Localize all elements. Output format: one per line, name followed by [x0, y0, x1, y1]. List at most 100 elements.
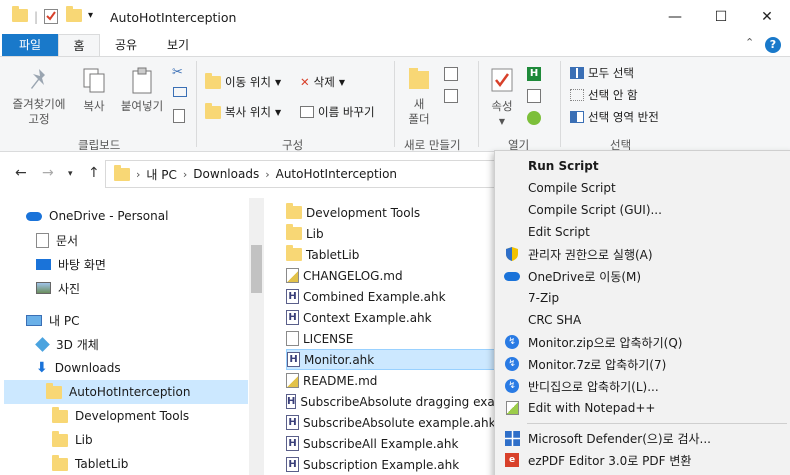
new-item-icon[interactable]: [444, 67, 458, 81]
tab-view[interactable]: 보기: [156, 34, 200, 56]
rename-button[interactable]: 이름 바꾸기: [300, 104, 375, 120]
ahk-file-icon: H: [286, 310, 299, 325]
menu-item-edit-notepadpp[interactable]: Edit with Notepad++: [495, 397, 790, 419]
file-icon: [286, 331, 299, 346]
nav-item-desktop[interactable]: 바탕 화면: [36, 252, 106, 276]
menu-item-run-as-admin[interactable]: 관리자 권한으로 실행(A): [495, 243, 790, 265]
back-button[interactable]: ←: [15, 165, 27, 181]
new-folder-quick-icon[interactable]: [66, 6, 82, 25]
nav-item-label: 3D 개체: [56, 337, 99, 352]
ribbon-tabs: 파일 홈 공유 보기: [0, 34, 790, 56]
nav-item-autohotinterception[interactable]: AutoHotInterception: [4, 380, 248, 404]
copy-path-icon[interactable]: [173, 87, 187, 97]
invert-selection-button[interactable]: 선택 영역 반전: [570, 109, 659, 125]
clipboard-group-label: 클립보드: [78, 138, 121, 152]
list-item[interactable]: H Subscription Example.ahk: [286, 454, 496, 475]
menu-item-label: Edit Script: [528, 225, 590, 239]
recent-locations-icon[interactable]: ▾: [68, 169, 73, 179]
nav-scrollbar[interactable]: [249, 198, 264, 475]
menu-item-7zip[interactable]: 7-Zip: [495, 287, 790, 309]
list-item[interactable]: H SubscribeAbsolute dragging examp: [286, 391, 496, 412]
list-item[interactable]: H Combined Example.ahk: [286, 286, 496, 307]
open-with-icon[interactable]: H: [527, 67, 541, 81]
new-folder-button[interactable]: 새 폴더: [402, 65, 436, 127]
maximize-button[interactable]: ☐: [698, 0, 744, 34]
nav-item-onedrive[interactable]: OneDrive - Personal: [26, 204, 168, 228]
menu-item-compress-7z[interactable]: ↯ Monitor.7z로 압축하기(7): [495, 353, 790, 375]
tab-home[interactable]: 홈: [58, 34, 100, 56]
nav-item-development-tools[interactable]: Development Tools: [52, 404, 189, 428]
select-all-button[interactable]: 모두 선택: [570, 65, 634, 81]
nav-item-downloads[interactable]: ⬇ Downloads: [36, 356, 121, 380]
select-none-button[interactable]: 선택 안 함: [570, 87, 638, 103]
menu-item-move-to-onedrive[interactable]: OneDrive로 이동(M): [495, 265, 790, 287]
tab-file[interactable]: 파일: [2, 34, 58, 56]
folder-icon: [12, 6, 28, 25]
menu-item-compress-bandizip[interactable]: ↯ 반디집으로 압축하기(L)...: [495, 375, 790, 397]
pin-to-quick-access-button[interactable]: 즐겨찾기에 고정: [6, 67, 72, 127]
file-name: LICENSE: [303, 331, 354, 346]
list-item[interactable]: H SubscribeAbsolute example.ahk: [286, 412, 496, 433]
delete-label: 삭제: [313, 75, 335, 89]
nav-item-lib[interactable]: Lib: [52, 428, 93, 452]
breadcrumb-autohotinterception[interactable]: AutoHotInterception: [276, 167, 397, 181]
paste-label: 붙여넣기: [120, 99, 164, 113]
list-item[interactable]: TabletLib: [286, 244, 496, 265]
nav-item-documents[interactable]: 문서: [36, 228, 78, 252]
nav-item-tabletlib[interactable]: TabletLib: [52, 452, 128, 475]
nav-item-pictures[interactable]: 사진: [36, 276, 80, 300]
list-item[interactable]: Development Tools: [286, 202, 496, 223]
menu-item-compress-zip[interactable]: ↯ Monitor.zip으로 압축하기(Q): [495, 331, 790, 353]
nav-scrollbar-thumb[interactable]: [251, 245, 262, 293]
list-item[interactable]: LICENSE: [286, 328, 496, 349]
menu-item-label: Edit with Notepad++: [528, 401, 656, 415]
minimize-button[interactable]: —: [652, 0, 698, 34]
menu-item-compile-script-gui[interactable]: Compile Script (GUI)...: [495, 199, 790, 221]
list-item[interactable]: H SubscribeAll Example.ahk: [286, 433, 496, 454]
tab-share[interactable]: 공유: [106, 34, 146, 56]
menu-item-label: 7-Zip: [528, 291, 560, 305]
notepadpp-icon: [503, 400, 521, 416]
cut-icon[interactable]: ✂: [172, 65, 183, 80]
up-button[interactable]: ↑: [88, 165, 100, 181]
breadcrumb-this-pc[interactable]: 내 PC: [146, 166, 176, 183]
collapse-ribbon-icon[interactable]: ⌃: [745, 36, 754, 49]
properties-button[interactable]: 속성 ▼: [484, 67, 520, 129]
properties-quick-icon[interactable]: [44, 9, 58, 27]
edit-icon[interactable]: [527, 89, 541, 103]
navigation-pane: OneDrive - Personal 문서 바탕 화면 사진 내 PC 3D …: [0, 198, 264, 475]
copy-button[interactable]: 복사: [78, 67, 110, 114]
list-item[interactable]: H Context Example.ahk: [286, 307, 496, 328]
paste-shortcut-icon[interactable]: [173, 109, 185, 123]
3d-objects-icon: [35, 336, 50, 352]
forward-button[interactable]: →: [42, 165, 54, 181]
close-button[interactable]: ✕: [744, 0, 790, 34]
ahk-file-icon: H: [287, 352, 300, 367]
breadcrumb-downloads[interactable]: Downloads: [193, 167, 259, 181]
menu-item-run-script[interactable]: Run Script: [495, 155, 790, 177]
address-bar[interactable]: › 내 PC › Downloads › AutoHotInterception: [105, 160, 505, 188]
customize-quick-access-icon[interactable]: ▾: [88, 10, 93, 21]
nav-item-this-pc[interactable]: 내 PC: [26, 308, 79, 332]
menu-item-edit-script[interactable]: Edit Script: [495, 221, 790, 243]
nav-item-label: Development Tools: [75, 409, 190, 423]
list-item[interactable]: CHANGELOG.md: [286, 265, 496, 286]
list-item-selected[interactable]: H Monitor.ahk: [286, 349, 496, 370]
list-item[interactable]: README.md: [286, 370, 496, 391]
move-to-button[interactable]: 이동 위치 ▼: [205, 72, 281, 90]
menu-item-ezpdf-convert[interactable]: e ezPDF Editor 3.0로 PDF 변환: [495, 449, 790, 471]
move-to-icon: [205, 72, 221, 89]
menu-item-compile-script[interactable]: Compile Script: [495, 177, 790, 199]
paste-button[interactable]: 붙여넣기: [116, 67, 168, 114]
easy-access-icon[interactable]: [444, 89, 458, 103]
nav-item-label: 내 PC: [49, 313, 80, 328]
delete-button[interactable]: ✕ 삭제 ▼: [300, 74, 345, 90]
history-icon[interactable]: [527, 111, 541, 125]
paste-icon: [132, 67, 152, 94]
copy-to-button[interactable]: 복사 위치 ▼: [205, 102, 281, 120]
menu-item-defender-scan[interactable]: Microsoft Defender(으)로 검사...: [495, 427, 790, 449]
menu-item-crc-sha[interactable]: CRC SHA: [495, 309, 790, 331]
list-item[interactable]: Lib: [286, 223, 496, 244]
nav-item-3d-objects[interactable]: 3D 개체: [35, 332, 99, 356]
help-icon[interactable]: ?: [765, 37, 781, 53]
